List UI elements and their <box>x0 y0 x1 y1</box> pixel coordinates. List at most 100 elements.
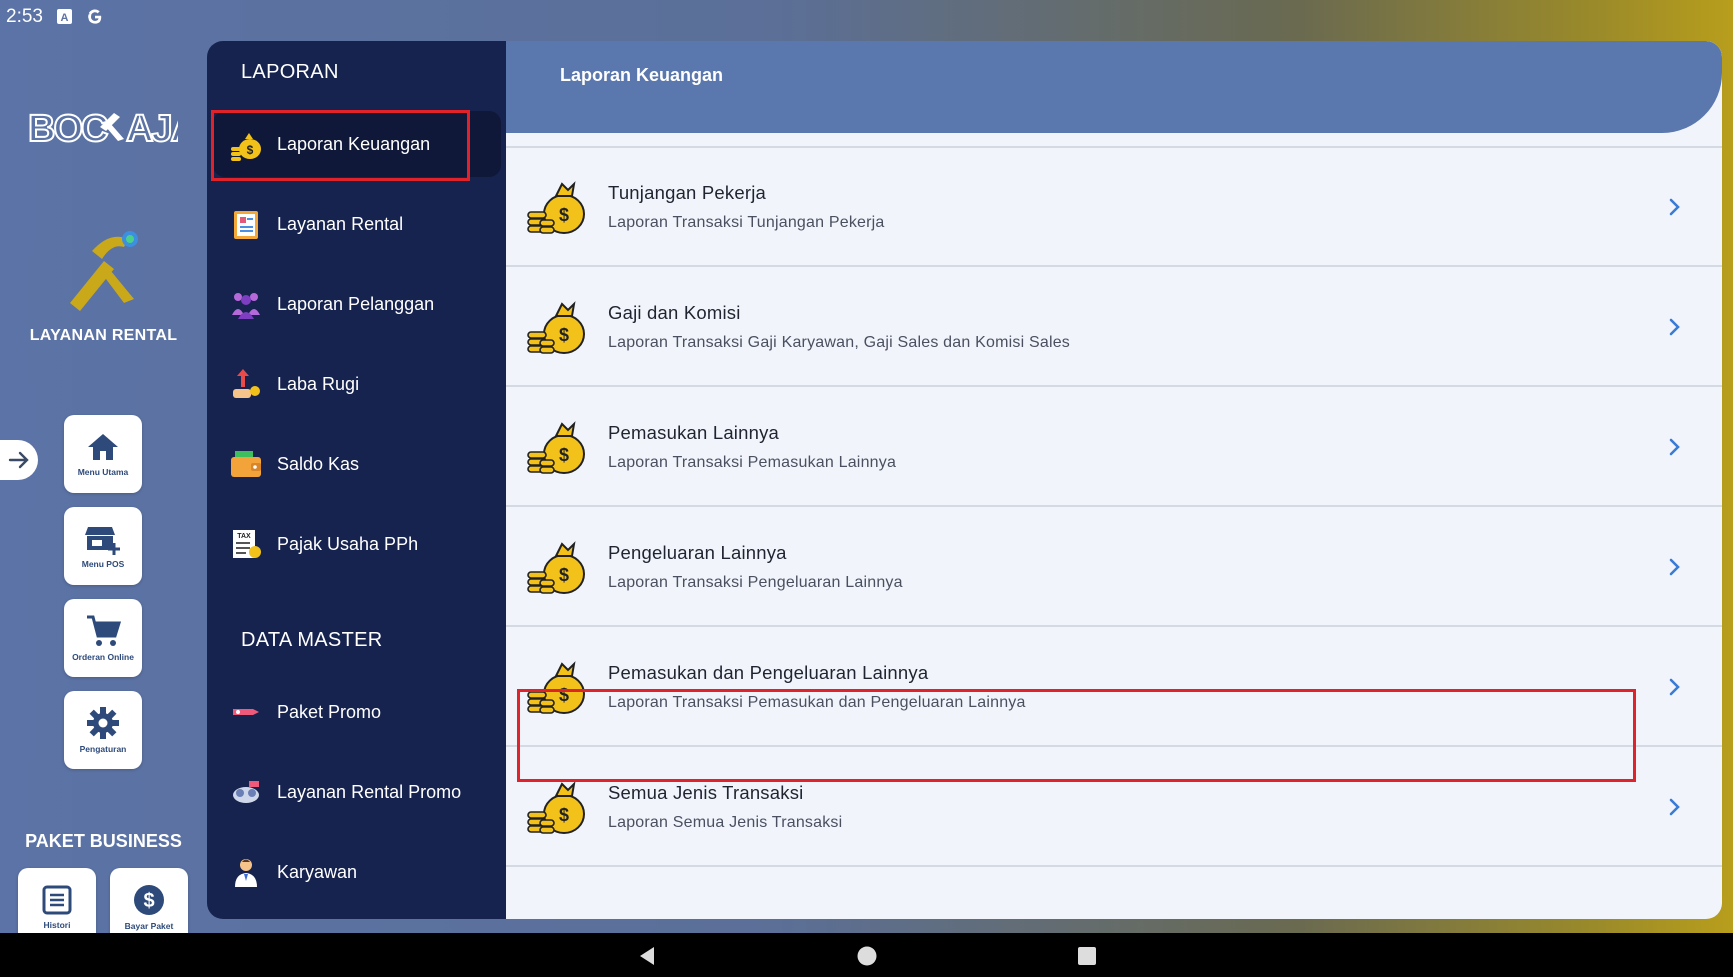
svg-text:$: $ <box>559 205 569 225</box>
tile-label: Bayar Paket <box>124 921 174 931</box>
section-data-master-title: DATA MASTER <box>241 629 383 651</box>
rental-promo-icon <box>229 775 263 809</box>
chevron-right-icon <box>1664 197 1684 217</box>
row-title: Pemasukan dan Pengeluaran Lainnya <box>608 661 929 683</box>
menu-item-label: Saldo Kas <box>277 453 360 474</box>
row-title: Semua Jenis Transaksi <box>608 781 804 803</box>
recents-button[interactable] <box>1076 945 1098 967</box>
menu-item-label: Paket Promo <box>277 701 382 722</box>
report-row[interactable]: $ Tunjangan Pekerja Laporan Transaksi Tunj… <box>506 148 1722 267</box>
row-subtitle: Laporan Transaksi Pemasukan Lainnya <box>608 453 897 471</box>
money-bag-icon: $ <box>526 416 588 478</box>
svg-text:$: $ <box>559 805 569 825</box>
tile-label: Menu POS <box>81 559 125 569</box>
menu-item-label: Pajak Usaha PPh <box>277 533 419 554</box>
tile-label: Orderan Online <box>72 652 134 662</box>
row-title: Gaji dan Komisi <box>608 301 741 323</box>
menu-item-laporan-pelanggan[interactable]: Laporan Pelanggan <box>213 271 501 337</box>
menu-item-pajak-usaha[interactable]: TAX Pajak Usaha PPh <box>213 511 501 577</box>
row-text: Gaji dan Komisi Laporan Transaksi Gaji Ka… <box>608 302 1070 352</box>
gear-icon <box>87 707 119 739</box>
menu-item-layanan-rental-promo[interactable]: Layanan Rental Promo <box>213 759 501 825</box>
chevron-right-icon <box>1664 797 1684 817</box>
svg-text:$: $ <box>559 565 569 585</box>
svg-text:$: $ <box>559 445 569 465</box>
money-bag-icon: $ <box>526 296 588 358</box>
selected-row-highlight <box>517 689 1636 782</box>
menu-item-saldo-kas[interactable]: Saldo Kas <box>213 431 501 497</box>
paket-label: PAKET BUSINESS <box>25 831 182 851</box>
row-subtitle: Laporan Transaksi Gaji Karyawan, Gaji Sa… <box>608 333 1070 351</box>
menu-item-label: Layanan Rental Promo <box>277 781 462 802</box>
row-text: Pengeluaran Lainnya Laporan Transaksi Pen… <box>608 542 903 592</box>
chevron-right-icon <box>1664 437 1684 457</box>
back-button[interactable] <box>636 945 658 967</box>
menu-utama-button[interactable]: Menu Utama <box>64 415 142 493</box>
row-subtitle: Laporan Transaksi Tunjangan Pekerja <box>608 213 885 231</box>
menu-item-label: Layanan Rental <box>277 213 404 234</box>
left-rail: BOC AJA LAYANAN RENTAL Menu Utama Menu P… <box>0 33 207 946</box>
menu-item-laba-rugi[interactable]: Laba Rugi <box>213 351 501 417</box>
arrow-right-icon <box>8 451 29 469</box>
promo-tag-icon <box>229 695 263 729</box>
menu-item-label: Laporan Pelanggan <box>277 293 435 314</box>
row-subtitle: Laporan Semua Jenis Transaksi <box>608 813 843 831</box>
row-text: Tunjangan Pekerja Laporan Transaksi Tunja… <box>608 182 885 232</box>
people-icon <box>229 287 263 321</box>
tile-label: Pengaturan <box>79 744 127 754</box>
content-header: Laporan Keuangan <box>506 41 1722 133</box>
clipboard-icon <box>229 207 263 241</box>
menu-item-layanan-rental[interactable]: Layanan Rental <box>213 191 501 257</box>
menu-item-label: Laba Rugi <box>277 373 360 394</box>
status-time: 2:53 <box>6 5 43 27</box>
report-row[interactable]: $ Gaji dan Komisi Laporan Transaksi Gaji K… <box>506 268 1722 387</box>
svg-text:TAX: TAX <box>237 533 251 540</box>
tax-document-icon: TAX <box>229 527 263 561</box>
orderan-online-button[interactable]: Orderan Online <box>64 599 142 677</box>
chevron-right-icon <box>1664 317 1684 337</box>
chevron-right-icon <box>1664 677 1684 697</box>
row-subtitle: Laporan Transaksi Pengeluaran Lainnya <box>608 573 903 591</box>
report-row[interactable]: $ Pengeluaran Lainnya Laporan Transaksi Pe… <box>506 508 1722 627</box>
money-bag-icon: $ <box>526 536 588 598</box>
menu-item-karyawan[interactable]: Karyawan <box>213 839 501 905</box>
money-bag-icon: $ <box>526 176 588 238</box>
pengaturan-button[interactable]: Pengaturan <box>64 691 142 769</box>
wallet-icon <box>229 447 263 481</box>
chevron-right-icon <box>1664 557 1684 577</box>
a-badge-icon: A <box>57 9 73 25</box>
tile-label: Histori <box>43 920 71 930</box>
row-title: Tunjangan Pekerja <box>608 181 767 203</box>
android-nav-bar <box>0 933 1733 977</box>
svg-text:AJA: AJA <box>126 108 178 150</box>
list-icon <box>42 885 72 915</box>
svg-text:A: A <box>61 12 69 24</box>
row-title: Pengeluaran Lainnya <box>608 541 787 563</box>
app-label: LAYANAN RENTAL <box>29 327 178 344</box>
selected-menu-highlight <box>211 110 470 181</box>
row-text: Pemasukan Lainnya Laporan Transaksi Pemas… <box>608 422 896 472</box>
menu-item-label: Karyawan <box>277 861 358 882</box>
store-add-icon <box>85 527 120 555</box>
menu-item-paket-promo[interactable]: Paket Promo <box>213 679 501 745</box>
page-title: Laporan Keuangan <box>560 65 724 85</box>
section-laporan-title: LAPORAN <box>241 61 339 83</box>
cart-icon <box>87 615 121 646</box>
google-icon <box>87 8 103 25</box>
expand-rail-button[interactable] <box>0 440 38 480</box>
dollar-icon: $ <box>134 885 164 915</box>
home-icon <box>88 434 118 460</box>
app-hammer-icon <box>62 221 146 321</box>
brand-logo: BOC AJA <box>27 103 201 151</box>
home-button[interactable] <box>856 945 878 967</box>
menu-pos-button[interactable]: Menu POS <box>64 507 142 585</box>
svg-text:$: $ <box>143 890 154 912</box>
row-text: Semua Jenis Transaksi Laporan Semua Jenis… <box>608 782 842 832</box>
svg-text:$: $ <box>559 325 569 345</box>
report-row[interactable]: $ Pemasukan Lainnya Laporan Transaksi Pema… <box>506 388 1722 507</box>
profit-hand-icon <box>229 367 263 401</box>
row-title: Pemasukan Lainnya <box>608 421 780 443</box>
status-bar: 2:53 A <box>0 0 1733 33</box>
tile-label: Menu Utama <box>77 467 129 477</box>
svg-text:BOC: BOC <box>28 108 108 150</box>
